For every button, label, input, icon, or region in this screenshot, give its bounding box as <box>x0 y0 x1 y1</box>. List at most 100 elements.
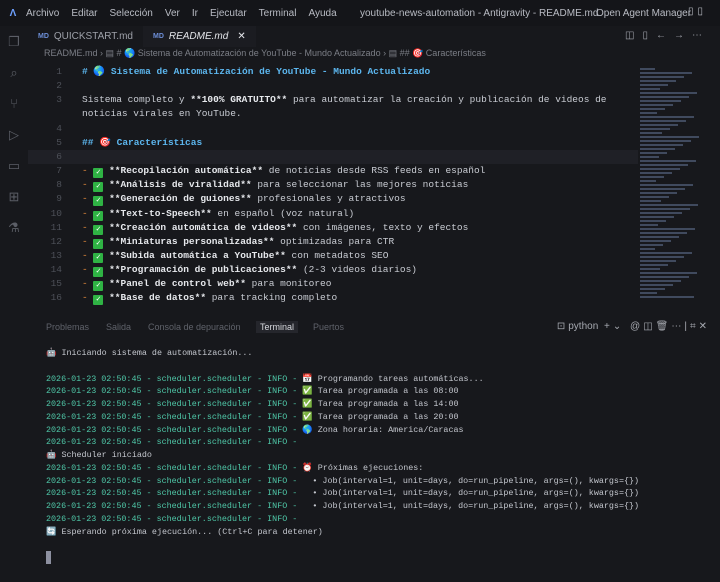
more-icon[interactable]: ⋯ <box>671 321 684 332</box>
text: Sistema completo y <box>82 94 191 106</box>
minimap-line <box>640 232 687 234</box>
activity-bar: ❐ ⌕ ⑂ ▷ ▭ ⊞ ⚗ <box>0 26 28 326</box>
editor-line: 13 - ✓ **Subida automática a YouTube** co… <box>28 249 638 263</box>
bold-text: **Análisis de viralidad** <box>109 179 252 191</box>
tab-terminal[interactable]: Terminal <box>256 321 299 333</box>
minimap-line <box>640 184 693 186</box>
tab-salida[interactable]: Salida <box>106 322 131 332</box>
log-prefix: 2026-01-23 02:50:45 - scheduler.schedule… <box>46 437 303 448</box>
terminal-line: 2026-01-23 02:50:45 - scheduler.schedule… <box>46 411 639 424</box>
minimap-line <box>640 240 671 242</box>
editor-tabs: MD QUICKSTART.md MD README.md ✕ ◫▯←→⋯ <box>28 26 720 47</box>
minimap[interactable] <box>640 66 702 306</box>
preview-icon[interactable]: ◫ <box>625 30 642 41</box>
minimap-line <box>640 248 655 250</box>
copilot-icon[interactable]: @ <box>630 321 643 332</box>
minimap-line <box>640 88 660 90</box>
check-icon: ✓ <box>93 238 104 249</box>
menu-item-ejecutar[interactable]: Ejecutar <box>210 8 247 19</box>
minimap-line <box>640 216 674 218</box>
line-number: 1 <box>56 66 62 77</box>
minimap-line <box>640 256 684 258</box>
minimap-line <box>640 252 692 254</box>
tab-consola-depuracion[interactable]: Consola de depuración <box>148 322 241 332</box>
run-debug-icon[interactable]: ▷ <box>0 119 28 150</box>
antigravity-logo-icon: Λ <box>9 7 17 19</box>
breadcrumb-h2[interactable]: ## 🎯 Características <box>400 48 486 58</box>
tab-label: QUICKSTART.md <box>53 31 133 42</box>
editor-line: 8 - ✓ **Análisis de viralidad** para sele… <box>28 178 638 193</box>
breadcrumb-file[interactable]: README.md <box>44 48 98 58</box>
minimap-line <box>640 264 668 266</box>
minimap-line <box>640 296 694 298</box>
split-editor-icon[interactable]: ▯ <box>642 30 656 41</box>
close-icon[interactable]: ✕ <box>237 31 245 42</box>
layout-toggle-icon[interactable]: ▯▯ <box>688 6 707 17</box>
tab-readme[interactable]: MD README.md ✕ <box>142 26 256 47</box>
line-number: 7 <box>56 165 62 177</box>
title-bar: Λ Archivo Editar Selección Ver Ir Ejecutar Ter… <box>0 0 720 26</box>
heading-2: ## 🎯 Características <box>82 136 203 148</box>
more-icon[interactable]: ⋯ <box>692 30 710 41</box>
text: para automatizar la creación y publicaci… <box>287 94 607 106</box>
line-number: 2 <box>56 80 62 92</box>
text: para monitoreo <box>245 278 332 290</box>
line-content: Sistema completo y **100% GRATUITO** par… <box>82 93 607 107</box>
search-icon[interactable]: ⌕ <box>0 57 28 88</box>
tab-quickstart[interactable]: MD QUICKSTART.md <box>28 26 143 47</box>
check-icon: ✓ <box>93 252 104 263</box>
terminal-line: 🤖 Scheduler iniciado <box>46 449 639 462</box>
terminal-line: 2026-01-23 02:50:45 - scheduler.schedule… <box>46 475 639 488</box>
minimap-line <box>640 292 657 294</box>
trash-icon[interactable]: 🗑 <box>656 321 672 332</box>
terminal-output[interactable]: 🤖 Iniciando sistema de automatización...… <box>46 347 639 538</box>
editor-line: 4 <box>28 122 638 136</box>
menu-item-ir[interactable]: Ir <box>192 8 198 19</box>
testing-icon[interactable]: ⚗ <box>0 212 28 243</box>
menu-item-archivo[interactable]: Archivo <box>26 8 59 19</box>
explorer-icon[interactable]: ❐ <box>0 26 28 57</box>
log-prefix: 2026-01-23 02:50:45 - scheduler.schedule… <box>46 488 303 499</box>
bold-text: **Generación de guiones** <box>109 193 252 205</box>
maximize-panel-icon[interactable]: ⌗ <box>690 321 699 332</box>
minimap-line <box>640 92 697 94</box>
tab-puertos[interactable]: Puertos <box>313 322 344 332</box>
source-control-icon[interactable]: ⑂ <box>0 88 28 119</box>
minimap-line <box>640 284 673 286</box>
minimap-line <box>640 200 661 202</box>
menu-item-selección[interactable]: Selección <box>109 8 152 19</box>
log-message: • Job(interval=1, unit=days, do=run_pipe… <box>302 488 640 499</box>
log-prefix: 2026-01-23 02:50:45 - scheduler.schedule… <box>46 475 303 486</box>
minimap-line <box>640 116 694 118</box>
menu-bar: Archivo Editar Selección Ver Ir Ejecutar Termi… <box>26 8 349 19</box>
check-icon: ✓ <box>93 182 104 193</box>
forward-icon[interactable]: → <box>674 30 692 41</box>
markdown-icon: MD <box>38 33 49 40</box>
minimap-line <box>640 152 667 154</box>
menu-item-editar[interactable]: Editar <box>71 8 97 19</box>
bold-text: **Programación de publicaciones** <box>109 264 298 276</box>
terminal-line: 2026-01-23 02:50:45 - scheduler.schedule… <box>46 385 639 398</box>
editor[interactable]: 1 # 🌎 Sistema de Automatización de YouTub… <box>28 64 720 309</box>
line-number: 12 <box>50 235 62 247</box>
shell-name[interactable]: python <box>568 321 598 332</box>
text: para tracking completo <box>206 292 338 304</box>
line-content: - ✓ **Recopilación automática** de notic… <box>82 165 486 179</box>
back-icon[interactable]: ← <box>656 30 674 41</box>
tab-problemas[interactable]: Problemas <box>46 322 89 332</box>
menu-item-ver[interactable]: Ver <box>165 8 180 19</box>
remote-icon[interactable]: ▭ <box>0 150 28 181</box>
log-prefix: 2026-01-23 02:50:45 - scheduler.schedule… <box>46 513 303 524</box>
close-panel-icon[interactable]: ✕ <box>699 321 710 332</box>
menu-item-terminal[interactable]: Terminal <box>259 8 297 19</box>
minimap-line <box>640 172 672 174</box>
extensions-icon[interactable]: ⊞ <box>0 181 28 212</box>
menu-item-ayuda[interactable]: Ayuda <box>308 8 336 19</box>
split-terminal-icon[interactable]: ◫ <box>643 321 655 332</box>
minimap-line <box>640 136 699 138</box>
terminal-line: 2026-01-23 02:50:45 - scheduler.schedule… <box>46 373 639 386</box>
breadcrumb-h1[interactable]: # 🌎 Sistema de Automatización de YouTube… <box>117 48 381 58</box>
text: con metadatos SEO <box>285 249 389 261</box>
new-terminal-icon[interactable]: +⌄ <box>604 321 624 332</box>
open-agent-manager-button[interactable]: Open Agent Manager <box>596 8 691 19</box>
